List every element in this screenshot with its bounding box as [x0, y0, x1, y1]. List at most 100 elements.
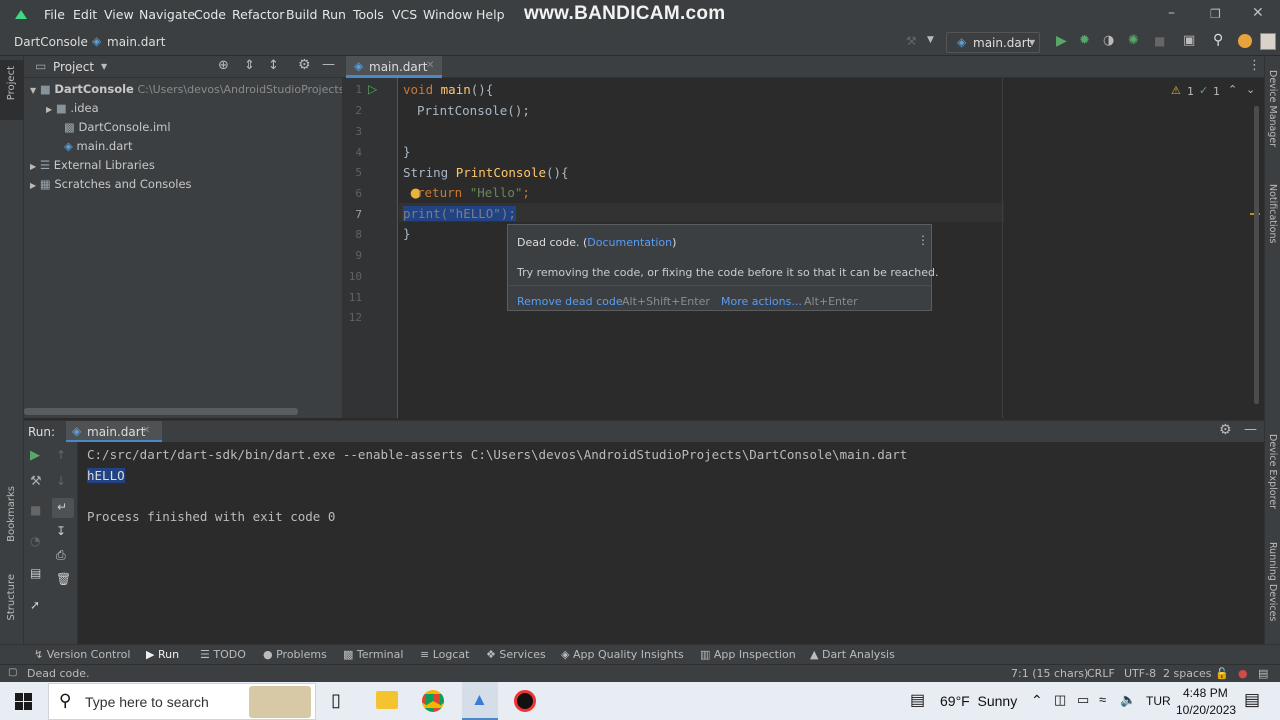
documentation-link[interactable]: Documentation	[587, 236, 672, 249]
menu-code[interactable]: Code	[194, 7, 226, 22]
warning-icon[interactable]: ⚠	[1171, 84, 1181, 97]
menu-run[interactable]: Run	[322, 7, 346, 22]
file-encoding[interactable]: UTF-8	[1124, 667, 1156, 680]
cursor-position[interactable]: 7:1 (15 chars)	[1011, 667, 1088, 680]
run-tab-main-dart[interactable]: ◈ main.dart ✕	[66, 421, 162, 443]
tool-app-inspection[interactable]: ▥ App Inspection	[700, 648, 796, 661]
network-icon[interactable]: ◫	[1054, 692, 1066, 708]
check-icon[interactable]: ✓	[1199, 84, 1208, 97]
run-console[interactable]: C:/src/dart/dart-sdk/bin/dart.exe --enab…	[24, 442, 1264, 644]
gear-icon[interactable]: ⚙	[1219, 422, 1232, 438]
file-explorer-icon[interactable]	[376, 691, 398, 709]
bandicam-icon[interactable]	[514, 690, 536, 712]
clock-time[interactable]: 4:48 PM	[1183, 686, 1228, 700]
menu-window[interactable]: Window	[423, 7, 472, 22]
stop-icon[interactable]: ■	[30, 503, 41, 517]
tree-item-dartconsole[interactable]: ▼ ■ DartConsole C:\Users\devos\AndroidSt…	[30, 82, 363, 96]
tool-todo[interactable]: ☰ TODO	[200, 648, 246, 661]
project-view-title[interactable]: Project	[53, 60, 94, 74]
language-indicator[interactable]: TUR	[1146, 694, 1171, 708]
rerun-icon[interactable]: ▶	[30, 448, 40, 463]
run-icon[interactable]: ▶	[1056, 33, 1067, 49]
menu-navigate[interactable]: Navigate	[139, 7, 195, 22]
minimize-icon[interactable]: –	[1168, 5, 1175, 21]
menu-help[interactable]: Help	[476, 7, 505, 22]
notifications-label[interactable]: Notifications	[1267, 184, 1278, 243]
menu-build[interactable]: Build	[286, 7, 317, 22]
tool-services[interactable]: ❖ Services	[486, 648, 546, 661]
structure-tool-label[interactable]: Structure	[6, 574, 17, 621]
tool-dart-analysis[interactable]: ▲ Dart Analysis	[810, 648, 895, 661]
horizontal-scrollbar[interactable]	[24, 408, 298, 415]
menu-edit[interactable]: Edit	[73, 7, 97, 22]
trash-icon[interactable]: 🗑	[56, 572, 71, 586]
tool-logcat[interactable]: ≡ Logcat	[420, 648, 469, 661]
locate-icon[interactable]: ⊕	[218, 58, 229, 73]
memory-icon[interactable]: ▤	[1258, 667, 1268, 680]
tree-item-main-dart[interactable]: ◈ main.dart	[64, 139, 133, 153]
wrench-icon[interactable]: ⚒	[30, 474, 42, 489]
breadcrumb-file[interactable]: main.dart	[107, 35, 165, 49]
gear-icon[interactable]: ⚙	[298, 57, 311, 73]
close-icon[interactable]: ✕	[1252, 5, 1264, 21]
chevron-up-icon[interactable]: ⌃	[1031, 692, 1043, 709]
tool-version-control[interactable]: ↯ Version Control	[34, 648, 130, 661]
breadcrumb-project[interactable]: DartConsole	[14, 35, 88, 49]
more-options-icon[interactable]: ⋮	[917, 233, 929, 247]
menu-refactor[interactable]: Refactor	[232, 7, 284, 22]
remove-dead-code-action[interactable]: Remove dead code	[517, 295, 623, 308]
hammer-icon[interactable]: ⚒	[906, 34, 917, 48]
close-tab-icon[interactable]: ✕	[426, 60, 434, 71]
menu-file[interactable]: File	[44, 7, 65, 22]
device-manager-label[interactable]: Device Manager	[1267, 70, 1278, 147]
taskbar-search-box[interactable]: ⚲ Type here to search	[48, 683, 316, 720]
coverage-icon[interactable]: ◑	[1103, 33, 1114, 48]
wifi-icon[interactable]: ≈	[1099, 692, 1106, 707]
battery-icon[interactable]: ▭	[1077, 692, 1089, 708]
error-icon[interactable]: ●	[1238, 667, 1248, 680]
tool-terminal[interactable]: ▩ Terminal	[343, 648, 403, 661]
debug-icon[interactable]: ✹	[1079, 33, 1090, 48]
scroll-to-end-icon[interactable]: ↧	[56, 524, 66, 538]
tool-app-quality-insights[interactable]: ◈ App Quality Insights	[561, 648, 684, 661]
tool-problems[interactable]: ● Problems	[263, 648, 327, 661]
menu-tools[interactable]: Tools	[353, 7, 384, 22]
lock-icon[interactable]: 🔓	[1215, 667, 1229, 680]
more-actions-action[interactable]: More actions...	[721, 295, 802, 308]
tab-main-dart[interactable]: ◈ main.dart ✕	[346, 56, 442, 78]
expand-all-icon[interactable]: ⇕	[244, 58, 255, 73]
run-config-selector[interactable]: ◈ main.dart ▼	[946, 32, 1040, 53]
notification-center-icon[interactable]: ▤	[1244, 690, 1260, 710]
print-icon[interactable]: ⎙	[56, 548, 66, 563]
tree-item-scratches[interactable]: ▶ ▦ Scratches and Consoles	[30, 177, 192, 191]
pin-icon[interactable]: ➚	[30, 598, 40, 612]
tree-item-external-libraries[interactable]: ▶ ☰ External Libraries	[30, 158, 155, 172]
profile-icon[interactable]: ✺	[1128, 33, 1139, 48]
more-options-icon[interactable]: ⋮	[1248, 58, 1261, 73]
running-devices-label[interactable]: Running Devices	[1267, 542, 1278, 621]
chrome-icon[interactable]	[422, 690, 444, 712]
search-icon[interactable]: ⚲	[1213, 32, 1223, 48]
updates-icon[interactable]	[1238, 34, 1252, 48]
project-tool-button[interactable]: Project	[0, 60, 24, 120]
stop-icon[interactable]: ■	[1154, 34, 1165, 48]
arrow-up-icon[interactable]: ↑	[56, 448, 66, 462]
bookmarks-tool-label[interactable]: Bookmarks	[6, 486, 17, 542]
maximize-icon[interactable]: ❐	[1210, 7, 1221, 21]
tree-item-idea[interactable]: ▶ ■ .idea	[46, 101, 99, 115]
chevron-down-icon[interactable]: ▼	[101, 62, 107, 71]
soft-wrap-button[interactable]: ↵	[52, 498, 74, 518]
indent-setting[interactable]: 2 spaces	[1163, 667, 1212, 680]
chevron-down-icon[interactable]: ▼	[927, 35, 934, 45]
menu-vcs[interactable]: VCS	[392, 7, 417, 22]
tool-run[interactable]: ▶ Run	[146, 648, 179, 661]
menu-view[interactable]: View	[104, 7, 134, 22]
layout-icon[interactable]: ▤	[30, 566, 41, 580]
chevron-down-icon[interactable]: ⌄	[1246, 83, 1255, 96]
collapse-all-icon[interactable]: ↕	[268, 58, 279, 73]
android-studio-taskbar-button[interactable]: ▲	[462, 682, 498, 720]
line-separator[interactable]: CRLF	[1087, 667, 1115, 680]
device-manager-icon[interactable]: ▣	[1183, 33, 1195, 48]
chevron-up-icon[interactable]: ⌃	[1228, 83, 1237, 96]
hide-panel-icon[interactable]: —	[322, 57, 335, 72]
